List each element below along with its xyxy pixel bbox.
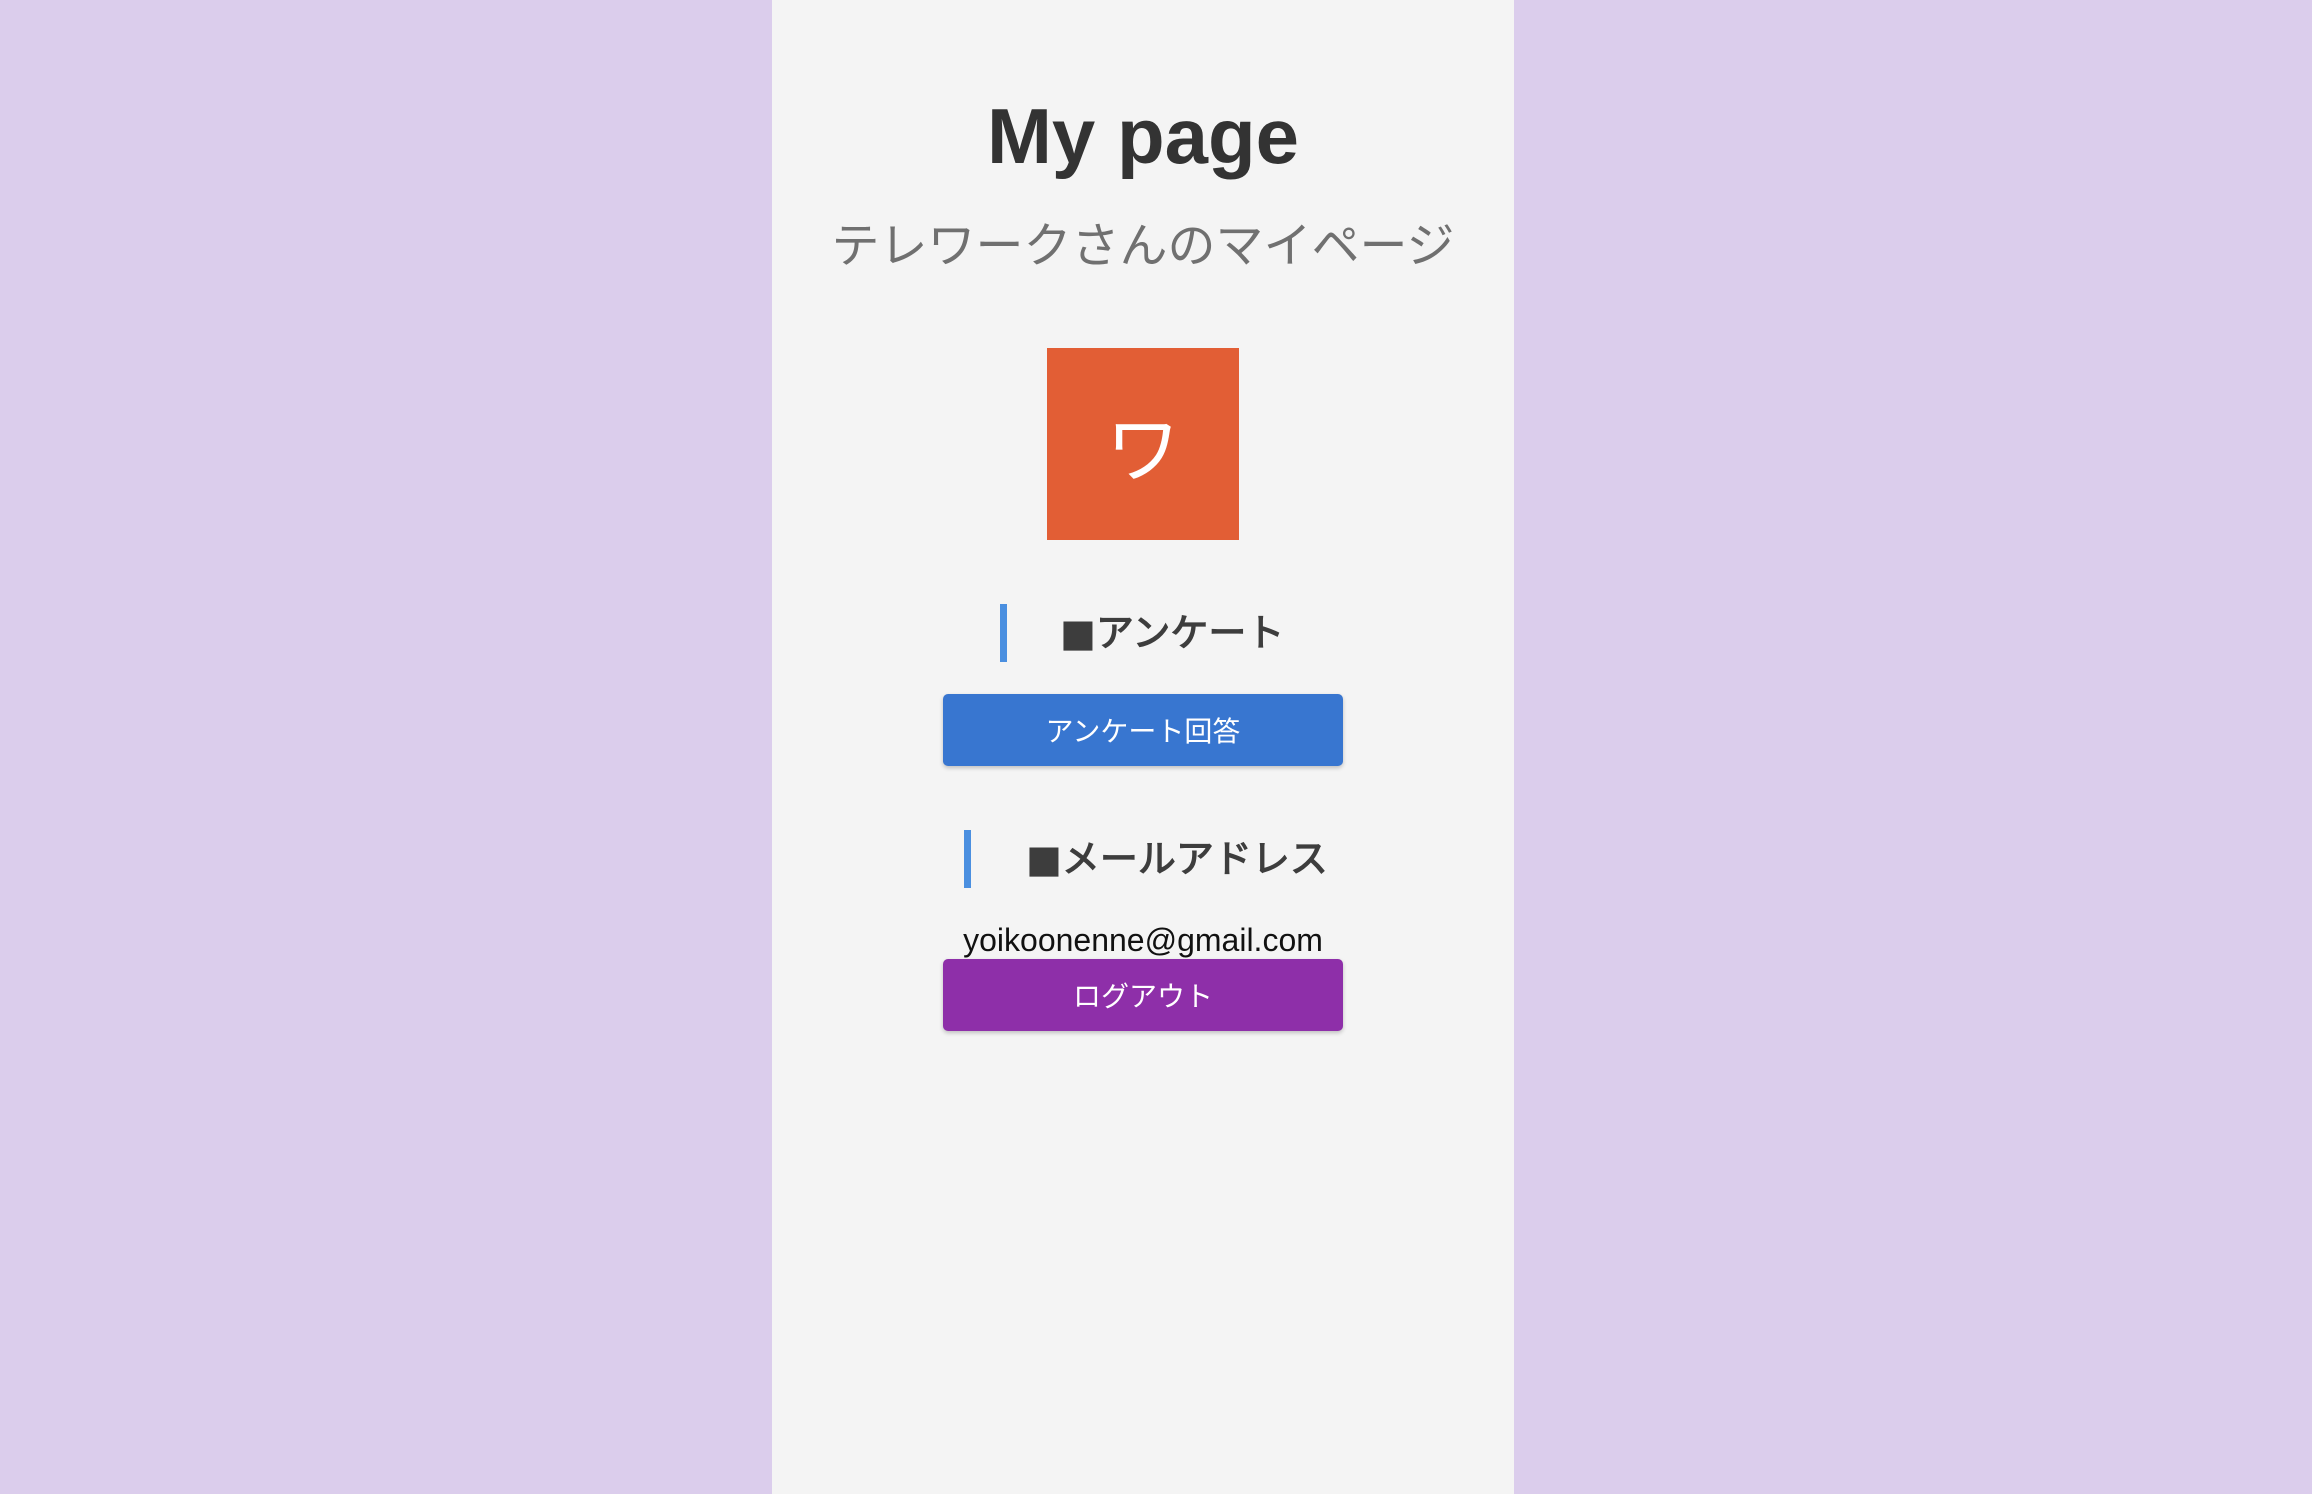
page-title: My page: [986, 92, 1300, 180]
email-section-heading: ■メールアドレス: [964, 830, 1328, 888]
section-accent-bar: [1000, 604, 1007, 662]
main-panel: My page テレワークさんのマイページ ワ ■アンケート アンケート回答 ■…: [772, 0, 1514, 1494]
survey-answer-button[interactable]: アンケート回答: [943, 694, 1343, 766]
email-heading-text: ■メールアドレス: [1026, 837, 1328, 881]
page-subtitle: テレワークさんのマイページ: [831, 218, 1455, 274]
email-address: yoikoonenne@gmail.com: [963, 922, 1323, 958]
avatar-initial: ワ: [1106, 407, 1180, 494]
survey-heading-text: ■アンケート: [1060, 611, 1285, 655]
avatar: ワ: [1047, 348, 1239, 540]
logout-button[interactable]: ログアウト: [943, 959, 1343, 1031]
section-accent-bar: [964, 830, 971, 888]
survey-section-heading: ■アンケート: [1000, 604, 1290, 662]
